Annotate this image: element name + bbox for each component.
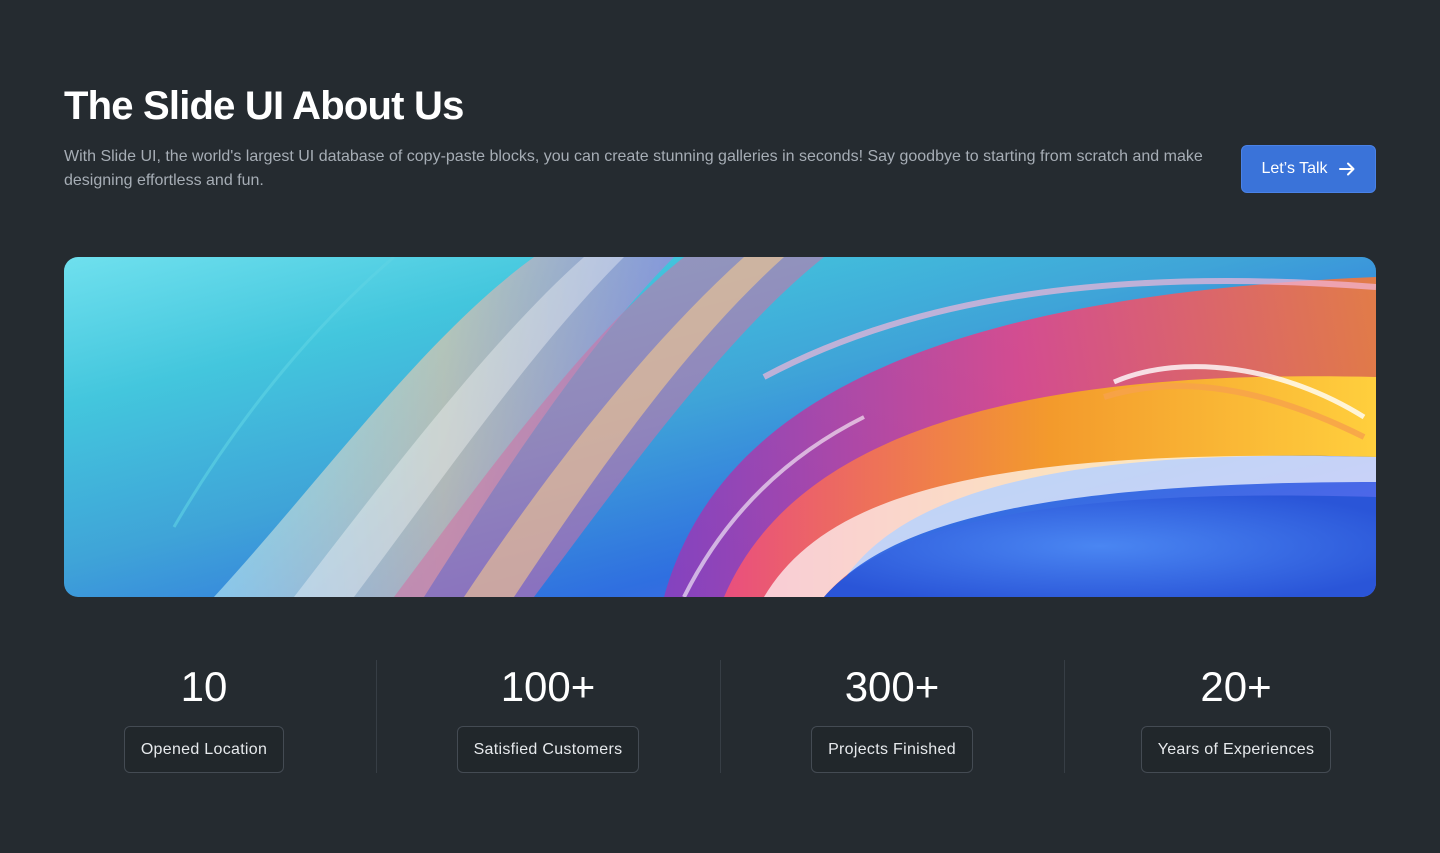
stat-item: 300+ Projects Finished: [720, 660, 1064, 773]
stat-value: 20+: [1200, 663, 1272, 710]
stat-label: Projects Finished: [811, 726, 973, 773]
about-description: With Slide UI, the world's largest UI da…: [64, 148, 1203, 189]
stat-value: 10: [180, 663, 228, 710]
about-section: The Slide UI About Us With Slide UI, the…: [0, 0, 1440, 853]
stat-item: 10 Opened Location: [32, 660, 376, 773]
stat-value: 100+: [500, 663, 596, 710]
lets-talk-label: Let’s Talk: [1261, 160, 1328, 177]
stats-row: 10 Opened Location 100+ Satisfied Custom…: [32, 660, 1408, 773]
hero-image: [64, 257, 1376, 597]
stat-label: Opened Location: [123, 726, 285, 773]
lets-talk-button[interactable]: Let’s Talk: [1241, 145, 1376, 193]
page-title: The Slide UI About Us: [64, 84, 464, 128]
arrow-right-icon: [1338, 160, 1356, 178]
stat-label: Years of Experiences: [1140, 726, 1332, 773]
stat-item: 20+ Years of Experiences: [1064, 660, 1408, 773]
stat-value: 300+: [844, 663, 940, 710]
stat-label: Satisfied Customers: [456, 726, 640, 773]
stat-item: 100+ Satisfied Customers: [376, 660, 720, 773]
